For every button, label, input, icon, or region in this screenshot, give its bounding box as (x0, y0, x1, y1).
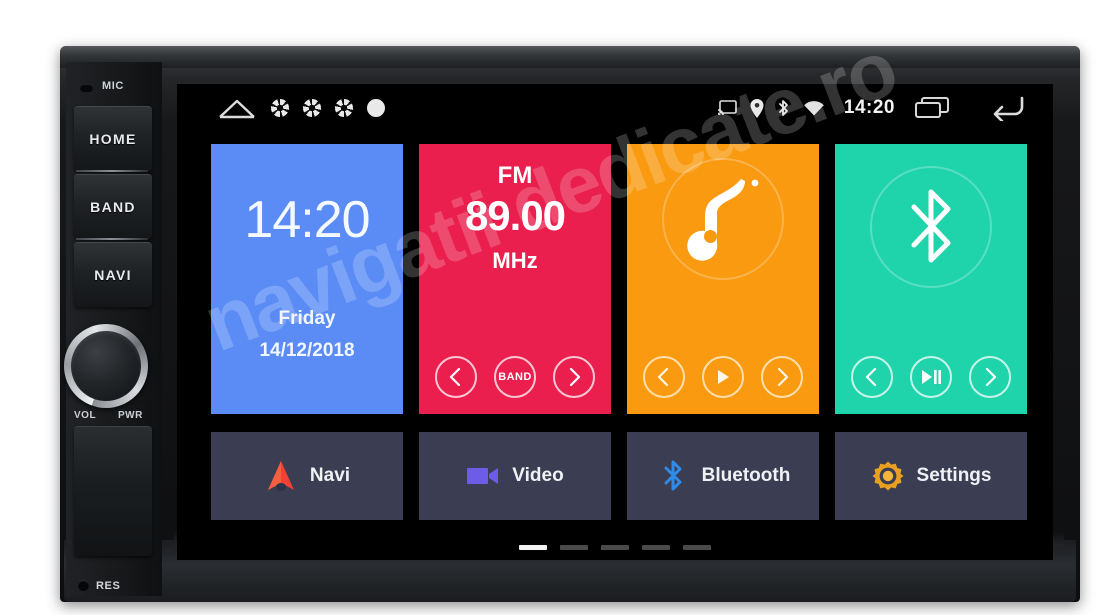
bluetooth-icon (911, 189, 951, 263)
bluetooth-icon (656, 459, 690, 493)
shortcut-video-label: Video (512, 465, 564, 486)
bluetooth-glyph-ring (870, 166, 992, 288)
status-bar-right: 14:20 (717, 95, 1053, 121)
reset-pinhole[interactable] (78, 580, 89, 591)
panel-divider (76, 170, 148, 172)
hardware-button-home[interactable]: HOME (74, 106, 152, 171)
shortcut-navi[interactable]: Navi (211, 432, 403, 520)
radio-prev-button[interactable] (435, 356, 478, 398)
music-play-button[interactable] (701, 356, 744, 398)
page-dot-3[interactable] (601, 545, 629, 550)
fan-solid-icon[interactable] (367, 99, 385, 117)
mic-label: MIC (102, 80, 124, 92)
bluetooth-next-button[interactable] (968, 356, 1011, 398)
shortcut-settings[interactable]: Settings (835, 432, 1027, 520)
music-controls (627, 356, 819, 398)
page-dot-2[interactable] (560, 545, 588, 550)
bluetooth-controls (835, 356, 1027, 398)
shortcut-bluetooth[interactable]: Bluetooth (627, 432, 819, 520)
radio-band-button[interactable]: BAND (493, 356, 536, 398)
hardware-button-blank[interactable] (74, 426, 152, 556)
radio-frequency: 89.00 (464, 192, 566, 239)
fan-icon[interactable] (271, 99, 289, 117)
home-tiles: 14:20 Friday 14/12/2018 FM 89.00 MHz BAN… (177, 132, 1053, 560)
music-glyph-ring (662, 158, 784, 280)
clock-tile-time: 14:20 (244, 191, 370, 249)
fan-icon[interactable] (335, 99, 353, 117)
page-dot-1[interactable] (519, 545, 547, 550)
status-bar: 14:20 (177, 84, 1053, 132)
cast-icon (717, 99, 737, 117)
fan-icon[interactable] (303, 99, 321, 117)
tile-bluetooth[interactable] (835, 144, 1027, 414)
back-arrow-icon[interactable] (987, 95, 1027, 121)
navigation-arrow-icon (264, 459, 298, 493)
page-dot-5[interactable] (683, 545, 711, 550)
music-note-icon (687, 179, 759, 261)
radio-band-button-label: BAND (498, 371, 532, 383)
tile-clock[interactable]: 14:20 Friday 14/12/2018 (211, 144, 403, 414)
hardware-button-navi[interactable]: NAVI (74, 242, 152, 307)
bluetooth-play-pause-button[interactable] (909, 356, 952, 398)
tile-radio[interactable]: FM 89.00 MHz BAND (419, 144, 611, 414)
shortcut-navi-label: Navi (309, 465, 351, 486)
bluetooth-icon (777, 99, 790, 118)
bluetooth-prev-button[interactable] (851, 356, 894, 398)
shortcut-video[interactable]: Video (419, 432, 611, 520)
hardware-button-band[interactable]: BAND (74, 174, 152, 239)
music-prev-button[interactable] (643, 356, 686, 398)
car-head-unit-device: MIC HOME BAND NAVI VOL PWR RES 14:20 14:… (60, 46, 1080, 602)
gear-icon (871, 459, 905, 493)
vol-label: VOL (74, 410, 97, 421)
shortcut-bluetooth-label: Bluetooth (701, 465, 791, 486)
location-pin-icon (750, 98, 764, 118)
knob-body[interactable] (71, 331, 141, 401)
status-bar-left (177, 96, 385, 120)
reset-label: RES (96, 580, 121, 592)
radio-band-label: FM (497, 162, 533, 189)
radio-next-button[interactable] (552, 356, 595, 398)
video-camera-icon (466, 459, 500, 493)
panel-divider (76, 238, 148, 240)
music-next-button[interactable] (760, 356, 803, 398)
device-top-bezel (60, 46, 1080, 68)
wifi-icon (803, 100, 825, 117)
clock-tile-day: Friday (278, 308, 336, 329)
radio-unit-label: MHz (492, 248, 538, 273)
radio-controls: BAND (419, 356, 611, 398)
page-dot-4[interactable] (642, 545, 670, 550)
volume-power-knob[interactable]: VOL PWR (60, 320, 156, 421)
pwr-label: PWR (118, 410, 143, 421)
touchscreen[interactable]: 14:20 14:20 Friday 14/12/2018 FM 89.00 M… (177, 84, 1053, 560)
home-icon[interactable] (217, 96, 257, 120)
shortcut-settings-label: Settings (916, 465, 992, 486)
page-indicator[interactable] (177, 545, 1053, 550)
recents-icon[interactable] (914, 96, 950, 120)
status-bar-clock: 14:20 (843, 97, 895, 118)
clock-tile-date: 14/12/2018 (259, 340, 355, 361)
hardware-control-panel: MIC HOME BAND NAVI VOL PWR RES (64, 62, 162, 596)
microphone-hole (80, 84, 93, 92)
tile-music[interactable] (627, 144, 819, 414)
